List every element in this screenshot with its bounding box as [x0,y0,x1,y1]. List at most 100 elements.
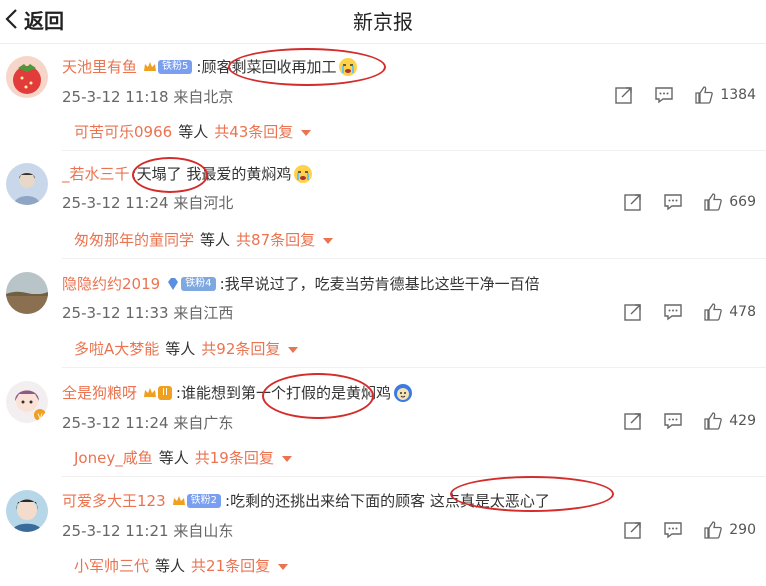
comment-line: _若水三千 :天塌了 我最爱的黄焖鸡 [62,163,313,184]
share-icon [624,194,641,211]
username[interactable]: _若水三千 [62,163,130,184]
reply-summary[interactable]: 可苦可乐0966 等人 共43条回复 [74,121,312,142]
reply-summary[interactable]: 小军帅三代 等人 共21条回复 [74,555,289,576]
comment-meta: 25-3-12 11:24 来自河北 [62,192,233,213]
divider [62,476,766,477]
comment-date: 25-3-12 11:24 [62,414,169,432]
reply-count[interactable]: 共43条回复 [214,121,293,142]
comment-icon [664,413,682,430]
comment-actions: 1384 [614,85,756,105]
like-button[interactable]: 669 [703,192,756,212]
comment-text: :天塌了 我最爱的黄焖鸡 [131,165,292,183]
strawberry-avatar-icon [6,56,48,98]
comment-actions: 478 [623,302,756,322]
fan-badge: 铁粉5 [143,59,193,75]
landscape-avatar-icon [6,272,48,314]
replier-name[interactable]: 小军帅三代 [74,555,149,576]
comment-line: 隐隐约约2019 铁粉4 :我早说过了，吃麦当劳肯德基比这些干净一百倍 [62,273,540,294]
thumbs-up-icon [695,86,714,104]
comment-button[interactable] [654,85,674,105]
comment-icon [664,304,682,321]
avatar[interactable] [6,490,48,532]
crying-emoji-icon [294,164,313,183]
avatar[interactable]: v [6,381,48,423]
share-icon [624,522,641,539]
replier-suffix: 等人 [165,340,196,358]
share-icon [624,304,641,321]
comment-location: 来自北京 [173,88,234,106]
username[interactable]: 天池里有鱼 [62,56,137,77]
share-button[interactable] [623,411,643,431]
comment-text: :顾客剩菜回收再加工 [196,58,337,76]
caret-down-icon [323,237,334,244]
comment-text: :吃剩的还挑出来给下面的顾客 这点真是太恶心了 [225,492,550,510]
crown-icon [144,387,157,397]
caret-down-icon [278,563,289,570]
share-icon [615,87,633,104]
divider [62,258,766,259]
reply-count[interactable]: 共92条回复 [201,338,280,359]
page-title: 新京报 [353,10,413,34]
replier-name[interactable]: Joney_咸鱼 [74,447,153,468]
caret-down-icon [288,346,299,353]
username[interactable]: 全是狗粮呀 [62,382,137,403]
person-avatar-icon [6,163,48,205]
comment-actions: 429 [623,411,756,431]
reply-summary[interactable]: Joney_咸鱼 等人 共19条回复 [74,447,292,468]
avatar[interactable] [6,272,48,314]
comment-location: 来自广东 [173,414,234,432]
comment-date: 25-3-12 11:21 [62,522,169,540]
username[interactable]: 隐隐约约2019 [62,273,160,294]
share-button[interactable] [623,520,643,540]
crown-icon [144,61,157,71]
divider [62,150,766,151]
replier-suffix: 等人 [155,557,186,575]
fan-badge: 铁粉4 [166,276,216,292]
share-button[interactable] [614,85,634,105]
like-button[interactable]: 290 [703,520,756,540]
reply-count[interactable]: 共87条回复 [236,229,315,250]
like-count: 478 [729,304,756,320]
username[interactable]: 可爱多大王123 [62,490,166,511]
thumbs-up-icon [704,521,723,539]
replier-name[interactable]: 多啦A大梦能 [74,338,159,359]
avatar[interactable] [6,56,48,98]
comment-icon [655,87,674,104]
comment-icon [664,194,682,211]
reply-summary[interactable]: 多啦A大梦能 等人 共92条回复 [74,338,299,359]
comment-location: 来自江西 [173,304,234,322]
like-button[interactable]: 478 [703,302,756,322]
like-count: 1384 [720,87,756,103]
comment-button[interactable] [663,192,683,212]
comment-date: 25-3-12 11:33 [62,304,169,322]
comment-button[interactable] [663,411,683,431]
header-divider [0,43,766,44]
crying-emoji-icon [339,57,358,76]
avatar[interactable] [6,163,48,205]
share-icon [624,413,641,430]
divider [62,367,766,368]
comment-text: :我早说过了，吃麦当劳肯德基比这些干净一百倍 [219,275,540,293]
comment-meta: 25-3-12 11:18 来自北京 [62,86,233,107]
like-button[interactable]: 429 [703,411,756,431]
comment-text: :谁能想到第一个打假的是黄焖鸡 [175,384,391,402]
thumbs-up-icon [704,412,723,430]
like-button[interactable]: 1384 [694,85,756,105]
crown-icon [172,495,185,505]
doge-emoji-icon [393,383,412,402]
like-count: 669 [729,194,756,210]
replier-suffix: 等人 [200,231,231,249]
replier-name[interactable]: 匆匆那年的童同学 [74,229,194,250]
comment-line: 可爱多大王123 铁粉2 :吃剩的还挑出来给下面的顾客 这点真是太恶心了 [62,490,550,511]
fan-badge: 铁粉2 [172,493,222,509]
comment-button[interactable] [663,302,683,322]
share-button[interactable] [623,192,643,212]
reply-summary[interactable]: 匆匆那年的童同学 等人 共87条回复 [74,229,334,250]
reply-count[interactable]: 共21条回复 [191,555,270,576]
reply-count[interactable]: 共19条回复 [195,447,274,468]
thumbs-up-icon [704,193,723,211]
share-button[interactable] [623,302,643,322]
replier-name[interactable]: 可苦可乐0966 [74,121,172,142]
comment-button[interactable] [663,520,683,540]
replier-suffix: 等人 [178,123,209,141]
